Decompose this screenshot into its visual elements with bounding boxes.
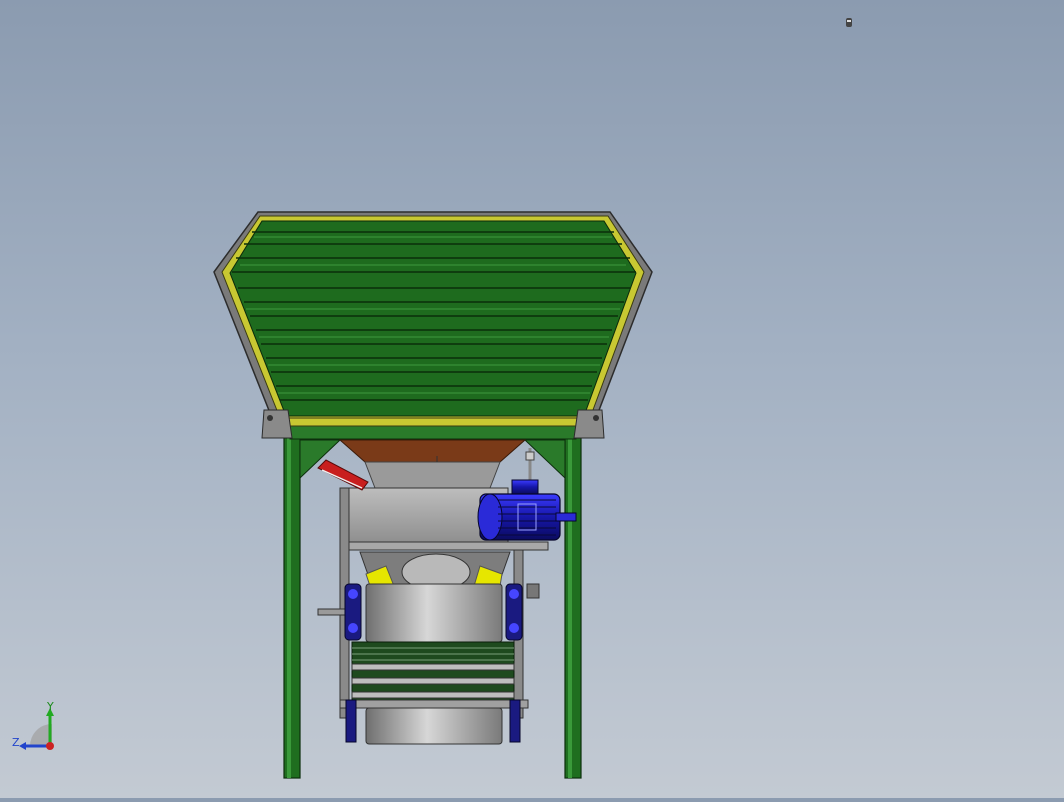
- z-axis-label: Z: [12, 736, 20, 749]
- tensioner-block: [526, 583, 540, 599]
- y-axis-label: Y: [46, 700, 54, 713]
- x-axis-dot: [46, 742, 54, 750]
- model-canvas[interactable]: Y Z: [0, 0, 1064, 798]
- right-bearing-assembly[interactable]: [505, 583, 523, 641]
- drive-shaft: [317, 608, 349, 616]
- red-guide-rail: [317, 459, 369, 491]
- light-bulb-icon: [846, 18, 852, 27]
- coordinate-triad[interactable]: Y Z: [12, 700, 54, 750]
- hopper[interactable]: [213, 211, 653, 439]
- inner-funnel: [338, 439, 527, 463]
- conveyor-belt[interactable]: [339, 641, 529, 709]
- left-bearing-assembly[interactable]: [344, 583, 362, 641]
- drum-roller-upper[interactable]: [365, 583, 503, 643]
- drum-roller-lower[interactable]: [365, 707, 503, 745]
- right-lower-post: [509, 699, 521, 743]
- cad-viewport[interactable]: Y Z: [0, 0, 1064, 798]
- left-lower-post: [345, 699, 357, 743]
